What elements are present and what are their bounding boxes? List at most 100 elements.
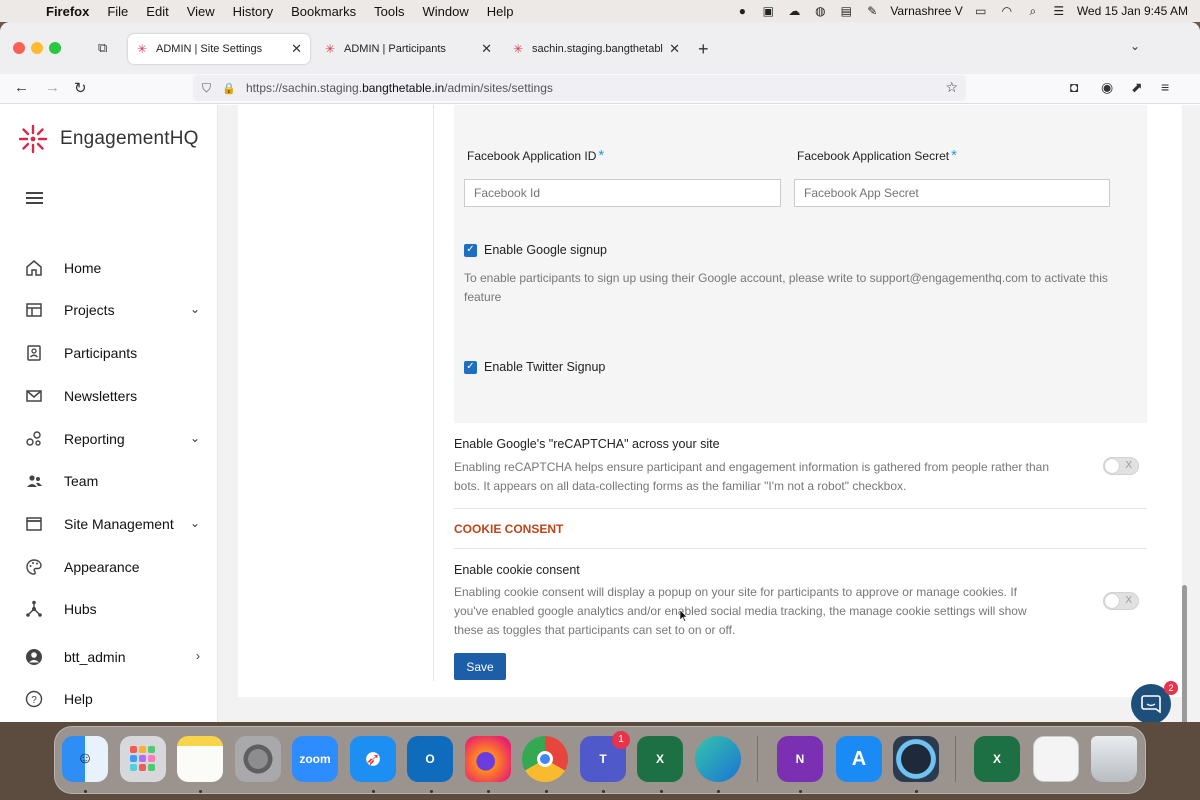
office-icon[interactable]: ▤ bbox=[838, 4, 854, 18]
sidebar-item-site-management[interactable]: Site Management ⌄ bbox=[24, 512, 204, 536]
tab-title: ADMIN | Site Settings bbox=[156, 43, 263, 55]
user-name[interactable]: Varnashree V bbox=[890, 4, 963, 18]
app-store-icon[interactable]: A bbox=[836, 736, 882, 782]
back-icon[interactable]: ← bbox=[14, 79, 29, 96]
finder-icon[interactable]: ☺ bbox=[62, 736, 108, 782]
cookie-consent-toggle[interactable]: X bbox=[1103, 592, 1139, 610]
system-settings-icon[interactable] bbox=[235, 736, 281, 782]
close-window-button[interactable] bbox=[13, 42, 25, 54]
facebook-app-secret-input[interactable] bbox=[794, 179, 1110, 207]
chevron-down-icon[interactable]: ⌄ bbox=[1130, 39, 1140, 53]
sidebar-item-newsletters[interactable]: Newsletters bbox=[24, 384, 204, 408]
brand-logo[interactable]: EngagementHQ bbox=[17, 123, 199, 155]
sidebar-item-hubs[interactable]: Hubs bbox=[24, 597, 204, 621]
reload-icon[interactable]: ↻ bbox=[74, 79, 87, 97]
trash-icon[interactable] bbox=[1091, 736, 1137, 782]
tab-site-settings[interactable]: ✳ ADMIN | Site Settings ✕ bbox=[128, 34, 310, 64]
minimize-window-button[interactable] bbox=[31, 42, 43, 54]
zoom-icon[interactable]: zoom bbox=[292, 736, 338, 782]
chat-icon bbox=[1141, 695, 1161, 713]
account-icon[interactable]: ◉ bbox=[1101, 79, 1113, 96]
menu-window[interactable]: Window bbox=[423, 4, 469, 19]
control-center-icon[interactable]: ☰ bbox=[1051, 4, 1067, 18]
tab-participants[interactable]: ✳ ADMIN | Participants ✕ bbox=[316, 34, 500, 64]
sidebar-item-projects[interactable]: Projects ⌄ bbox=[24, 298, 204, 322]
dock-separator bbox=[955, 736, 956, 782]
menu-view[interactable]: View bbox=[187, 4, 215, 19]
menu-edit[interactable]: Edit bbox=[146, 4, 168, 19]
tab-overview-icon[interactable]: ⧉ bbox=[98, 40, 114, 55]
extensions-icon[interactable]: ⬈ bbox=[1131, 79, 1143, 96]
color-picker-icon[interactable]: ✎ bbox=[864, 4, 880, 18]
google-signup-row[interactable]: ✓ Enable Google signup bbox=[464, 243, 607, 257]
wifi-icon[interactable]: ◠ bbox=[999, 4, 1015, 18]
chevron-down-icon[interactable]: ⌄ bbox=[190, 516, 200, 530]
chevron-down-icon[interactable]: ⌄ bbox=[190, 431, 200, 445]
menu-tools[interactable]: Tools bbox=[374, 4, 404, 19]
quicktime-icon[interactable] bbox=[893, 736, 939, 782]
launchpad-icon[interactable] bbox=[120, 736, 166, 782]
save-button[interactable]: Save bbox=[454, 653, 506, 680]
cookie-consent-help: Enabling cookie consent will display a p… bbox=[454, 585, 1027, 637]
forward-icon[interactable]: → bbox=[45, 79, 60, 96]
battery-icon[interactable]: ▭ bbox=[973, 4, 989, 18]
twitter-signup-checkbox[interactable]: ✓ bbox=[464, 360, 477, 374]
teams-status-icon[interactable]: ▣ bbox=[760, 4, 776, 18]
sidebar-item-home[interactable]: Home bbox=[24, 256, 204, 280]
url-bar[interactable]: ⛉ 🔒 https://sachin.staging.bangthetable.… bbox=[193, 75, 966, 101]
menu-help[interactable]: Help bbox=[487, 4, 514, 19]
running-indicator bbox=[84, 790, 87, 793]
lock-icon[interactable]: 🔒 bbox=[222, 82, 236, 95]
sidebar-item-help[interactable]: ? Help bbox=[24, 687, 204, 711]
running-indicator bbox=[799, 790, 802, 793]
sidebar-item-team[interactable]: Team bbox=[24, 469, 204, 493]
recaptcha-toggle[interactable]: X bbox=[1103, 457, 1139, 475]
google-signup-checkbox[interactable]: ✓ bbox=[464, 243, 477, 257]
chevron-down-icon[interactable]: ⌄ bbox=[190, 302, 200, 316]
sidebar-item-reporting[interactable]: Reporting ⌄ bbox=[24, 427, 204, 451]
menu-icon[interactable]: ≡ bbox=[1161, 79, 1169, 95]
page-scrollbar[interactable] bbox=[1182, 585, 1187, 722]
fullscreen-window-button[interactable] bbox=[49, 42, 61, 54]
url-text[interactable]: https://sachin.staging.bangthetable.in/a… bbox=[246, 81, 553, 95]
firefox-icon[interactable] bbox=[465, 736, 511, 782]
cloud-icon[interactable]: ☁ bbox=[786, 4, 802, 18]
app-menu[interactable]: Firefox bbox=[46, 4, 89, 19]
close-tab-icon[interactable]: ✕ bbox=[291, 41, 302, 57]
edge-icon[interactable] bbox=[695, 736, 741, 782]
chevron-right-icon[interactable]: › bbox=[196, 649, 200, 663]
safari-icon[interactable]: ➶ bbox=[350, 736, 396, 782]
search-icon[interactable]: ⌕ bbox=[1025, 4, 1041, 18]
menu-history[interactable]: History bbox=[233, 4, 273, 19]
excel-document-icon[interactable]: X bbox=[974, 736, 1020, 782]
menu-file[interactable]: File bbox=[107, 4, 128, 19]
pocket-icon[interactable]: ◘ bbox=[1070, 79, 1078, 95]
home-icon bbox=[24, 258, 44, 278]
twitter-signup-row[interactable]: ✓ Enable Twitter Signup bbox=[464, 360, 605, 374]
menubar-status-area: ● ▣ ☁ ◍ ▤ ✎ Varnashree V ▭ ◠ ⌕ ☰ Wed 15 … bbox=[734, 0, 1188, 22]
facebook-app-id-input[interactable] bbox=[464, 179, 781, 207]
excel-icon[interactable]: X bbox=[637, 736, 683, 782]
sidebar-item-user[interactable]: btt_admin › bbox=[24, 645, 204, 669]
outlook-icon[interactable]: O bbox=[407, 736, 453, 782]
chat-unread-badge: 2 bbox=[1164, 681, 1178, 695]
bookmark-star-icon[interactable]: ☆ bbox=[945, 79, 958, 96]
preview-document-icon[interactable] bbox=[1033, 736, 1079, 782]
hamburger-menu-icon[interactable] bbox=[26, 192, 43, 204]
close-tab-icon[interactable]: ✕ bbox=[481, 41, 492, 57]
globe-icon[interactable]: ◍ bbox=[812, 4, 828, 18]
menu-bookmarks[interactable]: Bookmarks bbox=[291, 4, 356, 19]
tab-staging-site[interactable]: ✳ sachin.staging.bangthetable.in/ ✕ bbox=[504, 34, 688, 64]
running-indicator bbox=[545, 790, 548, 793]
running-indicator bbox=[372, 790, 375, 793]
sidebar-item-participants[interactable]: Participants bbox=[24, 341, 204, 365]
new-tab-icon[interactable]: + bbox=[698, 39, 709, 60]
notes-icon[interactable] bbox=[177, 736, 223, 782]
chrome-icon[interactable] bbox=[522, 736, 568, 782]
sidebar-item-appearance[interactable]: Appearance bbox=[24, 555, 204, 579]
record-icon[interactable]: ● bbox=[734, 4, 750, 18]
shield-icon[interactable]: ⛉ bbox=[202, 81, 216, 96]
clock[interactable]: Wed 15 Jan 9:45 AM bbox=[1077, 4, 1188, 18]
onenote-icon[interactable]: N bbox=[777, 736, 823, 782]
close-tab-icon[interactable]: ✕ bbox=[669, 41, 680, 57]
